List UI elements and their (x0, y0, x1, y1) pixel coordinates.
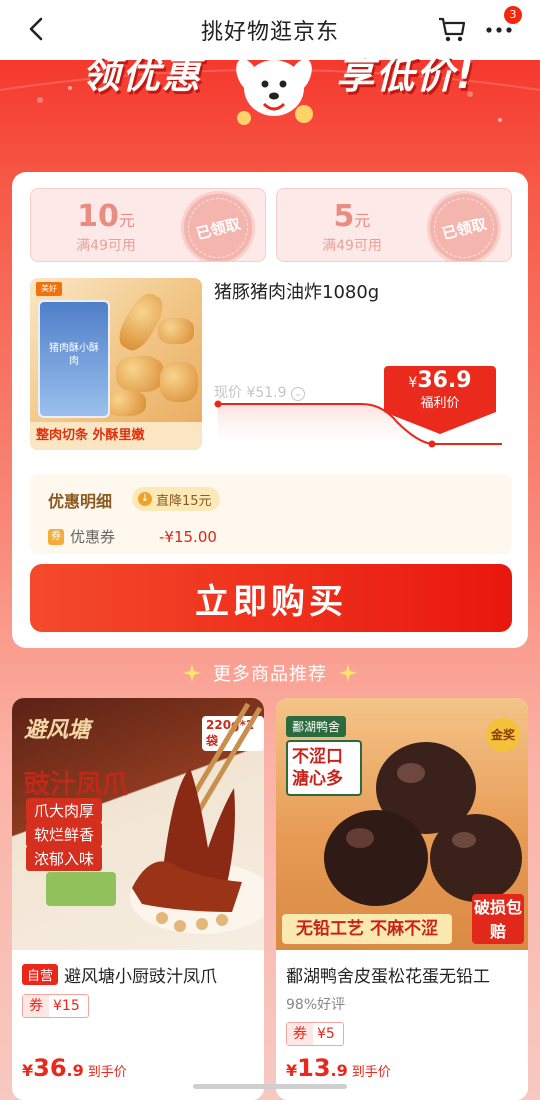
home-indicator[interactable] (193, 1084, 347, 1089)
brand-logo: 美好 (36, 282, 62, 296)
product-slogan: 整肉切条 外酥里嫩 (30, 422, 202, 450)
recommend-item-image[interactable]: 鄱湖鸭舍 金奖 不涩口 溏心多 无铅工艺 不麻不涩 破损包赔 (276, 698, 528, 950)
recommend-coupon[interactable]: 券 ¥15 (22, 994, 89, 1018)
coupon-condition: 满49可用 (322, 238, 382, 254)
recommend-coupon[interactable]: 券 ¥5 (286, 1022, 344, 1046)
back-arrow-icon[interactable] (22, 14, 52, 44)
discount-detail: 优惠明细 ↓ 直降15元 券 优惠券 -¥15.00 (30, 474, 512, 554)
deal-label: 福利价 (420, 396, 460, 411)
recommend-item-name[interactable]: 鄱湖鸭舍皮蛋松花蛋无铅工 (286, 962, 526, 987)
deal-price: ¥36.9 (408, 368, 472, 393)
down-arrow-icon: ↓ (138, 492, 152, 506)
guarantee-badge: 破损包赔 (472, 894, 524, 944)
recommend-item[interactable]: 鄱湖鸭舍 金奖 不涩口 溏心多 无铅工艺 不麻不涩 破损包赔 鄱湖鸭舍皮蛋松花蛋… (276, 698, 528, 1100)
recommend-price: ¥ 13 .9 到手价 (286, 1054, 391, 1082)
banner-left-text: 领优惠 (82, 53, 203, 97)
sparkle-icon (183, 664, 201, 682)
coupon-amount: 5元 (333, 199, 371, 234)
product-name[interactable]: 猪豚猪肉油炸1080g (214, 278, 379, 304)
discount-chip: ↓ 直降15元 (132, 487, 220, 511)
coupon-icon: 券 (48, 528, 64, 545)
recommend-price: ¥ 36 .9 到手价 (22, 1054, 127, 1082)
coupon-card[interactable]: 5元 满49可用 已领取 (276, 188, 512, 262)
product-bottom-banner: 无铅工艺 不麻不涩 (282, 914, 452, 944)
claimed-stamp: 已领取 (419, 189, 509, 261)
chevron-down-icon[interactable]: ⌄ (291, 387, 305, 401)
chicken-feet-illustration (46, 702, 264, 934)
rating-text: 98%好评 (286, 997, 346, 1013)
recommend-header: 更多商品推荐 (0, 658, 540, 688)
buy-now-button[interactable]: 立即购买 (30, 564, 512, 632)
recommend-item-name[interactable]: 自营 避风塘小厨豉汁凤爪 (22, 962, 262, 987)
claimed-stamp: 已领取 (173, 189, 263, 261)
deal-price-tag: ¥36.9 福利价 (384, 366, 496, 436)
coupon-amount: 10元 (77, 199, 135, 234)
recommend-title: 更多商品推荐 (213, 664, 327, 685)
discount-row: 券 优惠券 -¥15.00 (48, 526, 217, 547)
recommend-item-image[interactable]: 避风塘 220g*2袋 豉汁凤爪 爪大肉厚 软烂鲜香 浓郁入味 (12, 698, 264, 950)
self-operated-badge: 自营 (22, 964, 59, 985)
banner-right-text: 享低价! (336, 53, 476, 97)
coupon-condition: 满49可用 (76, 238, 136, 254)
jd-mascot-icon (236, 59, 313, 125)
discount-title: 优惠明细 (48, 492, 113, 511)
coupon-card[interactable]: 10元 满49可用 已领取 (30, 188, 266, 262)
current-price: 现价 ¥51.9 ⌄ (214, 382, 305, 402)
product-image[interactable]: 猪肉酥小酥肉 美好 整肉切条 外酥里嫩 (30, 278, 202, 450)
recommend-item[interactable]: 避风塘 220g*2袋 豉汁凤爪 爪大肉厚 软烂鲜香 浓郁入味 自营 避风塘小厨豉… (12, 698, 264, 1100)
product-bag: 猪肉酥小酥肉 (38, 300, 110, 418)
sparkle-icon (339, 664, 357, 682)
cart-icon[interactable] (436, 14, 468, 44)
notification-badge: 3 (504, 6, 522, 24)
deal-card: 10元 满49可用 已领取 5元 满49可用 已领取 猪肉酥小酥肉 美好 整肉切… (12, 172, 528, 648)
